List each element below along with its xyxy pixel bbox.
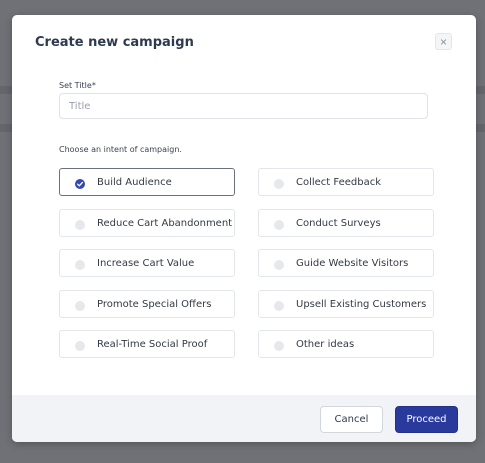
radio-unchecked-icon (75, 260, 85, 270)
intent-option-other-ideas[interactable]: Other ideas (258, 330, 434, 358)
intent-option-real-time-social-proof[interactable]: Real-Time Social Proof (59, 330, 235, 358)
intent-option-upsell-existing-customers[interactable]: Upsell Existing Customers (258, 290, 434, 318)
intent-option-increase-cart-value[interactable]: Increase Cart Value (59, 249, 235, 277)
intent-option-label: Conduct Surveys (296, 218, 381, 229)
title-field-label: Set Title* (59, 81, 96, 90)
close-icon: × (439, 35, 447, 49)
intent-option-label: Increase Cart Value (97, 258, 195, 269)
cancel-button[interactable]: Cancel (320, 406, 383, 433)
radio-unchecked-icon (274, 260, 284, 270)
radio-unchecked-icon (274, 220, 284, 230)
intent-option-guide-website-visitors[interactable]: Guide Website Visitors (258, 249, 434, 277)
intent-section-label: Choose an intent of campaign. (59, 145, 182, 154)
radio-checked-icon (75, 179, 85, 189)
intent-option-label: Collect Feedback (296, 177, 382, 188)
modal-footer: Cancel Proceed (12, 395, 476, 442)
intent-option-promote-special-offers[interactable]: Promote Special Offers (59, 290, 235, 318)
radio-unchecked-icon (274, 179, 284, 189)
title-input[interactable] (59, 93, 428, 119)
radio-unchecked-icon (274, 301, 284, 311)
radio-unchecked-icon (75, 341, 85, 351)
intent-option-label: Build Audience (97, 177, 172, 188)
intent-option-label: Real-Time Social Proof (97, 339, 208, 350)
intent-option-conduct-surveys[interactable]: Conduct Surveys (258, 209, 434, 237)
close-button[interactable]: × (435, 33, 452, 50)
intent-option-reduce-cart-abandonment[interactable]: Reduce Cart Abandonment (59, 209, 235, 237)
intent-option-label: Other ideas (296, 339, 355, 350)
radio-unchecked-icon (274, 341, 284, 351)
modal-header: Create new campaign × (12, 15, 476, 73)
intent-option-label: Reduce Cart Abandonment (97, 218, 233, 229)
intent-option-label: Upsell Existing Customers (296, 299, 427, 310)
intent-option-collect-feedback[interactable]: Collect Feedback (258, 168, 434, 196)
radio-unchecked-icon (75, 301, 85, 311)
intent-option-label: Promote Special Offers (97, 299, 212, 310)
proceed-button[interactable]: Proceed (395, 406, 458, 433)
radio-unchecked-icon (75, 220, 85, 230)
create-campaign-modal: Create new campaign × Set Title* Choose … (12, 15, 476, 442)
intent-option-build-audience[interactable]: Build Audience (59, 168, 235, 196)
modal-title: Create new campaign (35, 35, 194, 50)
intent-option-label: Guide Website Visitors (296, 258, 409, 269)
